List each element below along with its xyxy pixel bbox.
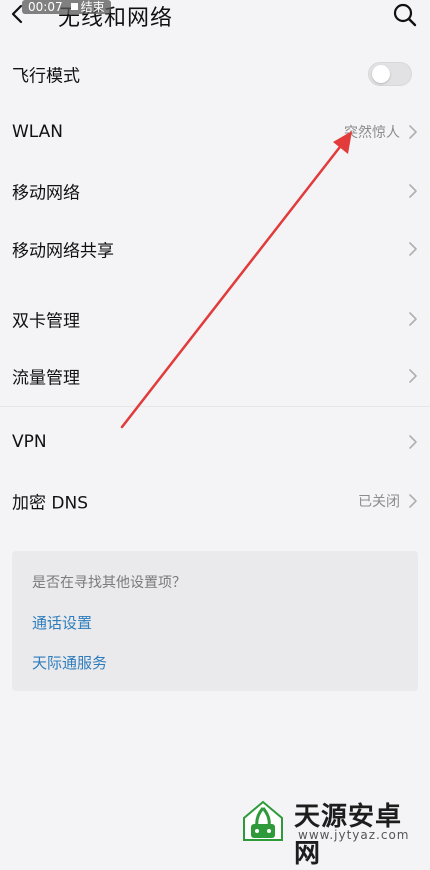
suggestions-card: 是否在寻找其他设置项？ 通话设置 天际通服务 [12,551,418,691]
toggle-knob [372,65,390,83]
data-usage-label: 流量管理 [12,368,80,389]
watermark-logo-icon [243,800,283,841]
private-dns-row[interactable]: 加密 DNS 已关闭 [0,472,430,530]
vpn-row[interactable]: VPN [0,413,430,471]
search-icon[interactable] [392,2,418,28]
chevron-right-icon [409,125,417,139]
private-dns-value: 已关闭 [358,494,400,510]
airplane-mode-toggle[interactable] [368,62,412,86]
tianjitong-service-link[interactable]: 天际通服务 [32,652,107,673]
mobile-network-row[interactable]: 移动网络 [0,162,430,220]
data-usage-row[interactable]: 流量管理 [0,347,430,405]
mobile-network-label: 移动网络 [12,183,80,204]
private-dns-label: 加密 DNS [12,493,89,514]
chevron-right-icon [409,242,417,256]
chevron-right-icon [409,184,417,198]
chevron-right-icon [409,312,417,326]
watermark-url: www.jytyaz.com [298,828,410,842]
chevron-right-icon [409,494,417,508]
screen-recording-badge: 00:07 结束 [22,0,111,14]
call-settings-link[interactable]: 通话设置 [32,612,92,633]
dual-sim-row[interactable]: 双卡管理 [0,290,430,348]
airplane-mode-label: 飞行模式 [12,66,80,87]
chevron-right-icon [409,369,417,383]
stop-icon [70,3,78,10]
chevron-right-icon [409,435,417,449]
top-bar: 无线和网络 00:07 结束 [0,0,430,36]
recording-label: 结束 [80,0,105,14]
dual-sim-label: 双卡管理 [12,311,80,332]
mobile-tethering-label: 移动网络共享 [12,241,114,262]
airplane-mode-row[interactable]: 飞行模式 [0,45,430,103]
mobile-tethering-row[interactable]: 移动网络共享 [0,220,430,278]
wlan-row[interactable]: WLAN 突然惊人 [0,103,430,161]
site-watermark: 天源安卓网 www.jytyaz.com [238,794,428,869]
suggestions-title: 是否在寻找其他设置项？ [32,575,186,591]
wlan-value: 突然惊人 [344,125,400,141]
wlan-label: WLAN [12,122,64,142]
vpn-label: VPN [12,432,47,452]
status-time: 00:07 [28,0,63,14]
section-divider [0,406,430,407]
